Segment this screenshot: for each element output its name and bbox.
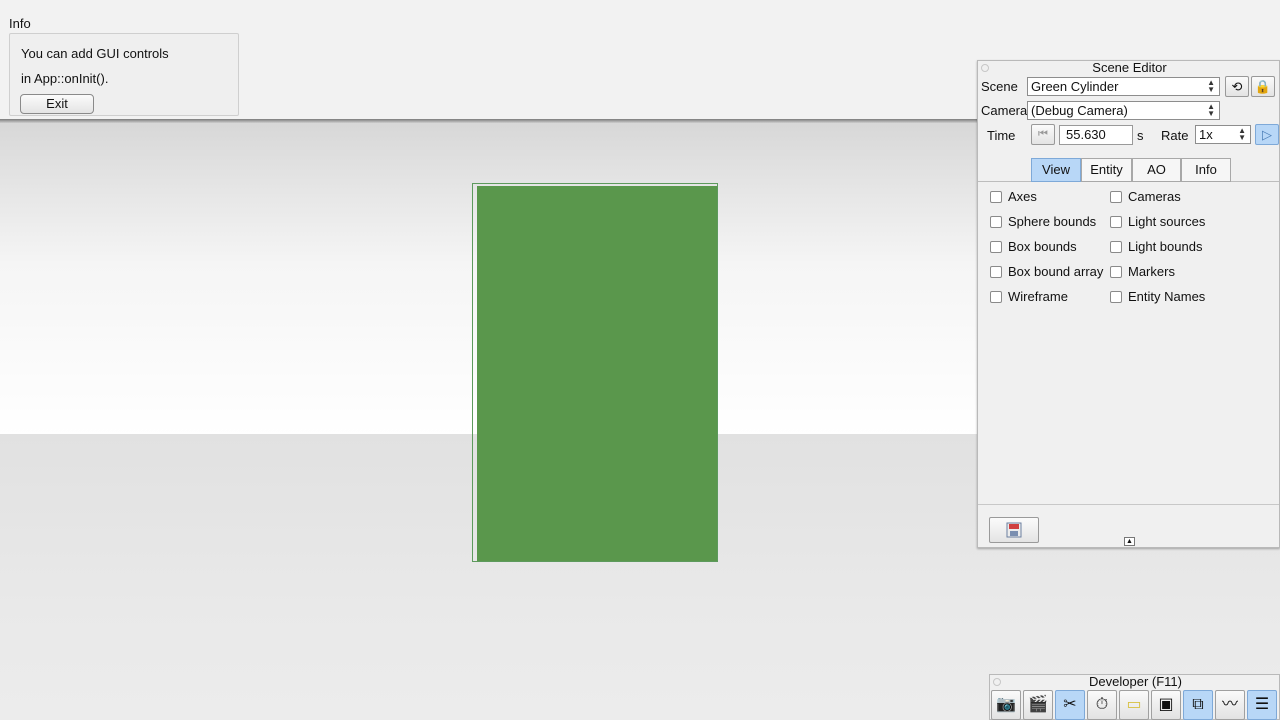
- checkbox-light-sources[interactable]: Light sources: [1110, 215, 1205, 229]
- reload-icon: ⟲: [1231, 79, 1243, 94]
- tab-ao[interactable]: AO: [1132, 158, 1181, 182]
- checkbox-label: Box bounds: [1008, 239, 1077, 254]
- rate-dropdown-value: 1x: [1199, 127, 1213, 142]
- checkbox-label: Markers: [1128, 264, 1175, 279]
- developer-title: Developer (F11): [1089, 674, 1182, 689]
- tab-entity[interactable]: Entity: [1081, 158, 1132, 182]
- camera-label: Camera: [981, 103, 1028, 118]
- info-line-1: You can add GUI controls: [21, 46, 169, 61]
- tab-view[interactable]: View: [1031, 158, 1081, 182]
- lock-icon: 🔒: [1254, 79, 1272, 94]
- clapperboard-icon: 🎬: [1028, 696, 1048, 713]
- movie-button[interactable]: 🎬: [1023, 690, 1053, 720]
- exit-button[interactable]: Exit: [20, 94, 94, 114]
- info-panel: You can add GUI controls in App::onInit(…: [9, 33, 239, 116]
- scene-editor-title: Scene Editor: [1092, 60, 1167, 75]
- log-button[interactable]: ☰: [1247, 690, 1277, 720]
- windows-icon: ⧉: [1192, 696, 1204, 713]
- checkbox-label: Axes: [1008, 189, 1037, 204]
- collapse-arrow-icon[interactable]: ▲: [1124, 537, 1135, 546]
- rewind-icon: ⏮: [1038, 128, 1048, 140]
- rate-dropdown[interactable]: 1x ▲ ▼: [1195, 125, 1251, 144]
- checkbox-light-bounds[interactable]: Light bounds: [1110, 240, 1202, 254]
- screenshot-button[interactable]: 📷: [991, 690, 1021, 720]
- checkbox-axes[interactable]: Axes: [990, 190, 1037, 204]
- checkbox-label: Cameras: [1128, 189, 1181, 204]
- checkbox-box[interactable]: [1110, 266, 1122, 278]
- checkbox-label: Sphere bounds: [1008, 214, 1097, 229]
- camera-control-button[interactable]: ⏱: [1087, 690, 1117, 720]
- checkbox-cameras[interactable]: Cameras: [1110, 190, 1181, 204]
- tools-icon: ✂: [1063, 696, 1077, 713]
- developer-toolbar: Developer (F11) 📷 🎬 ✂ ⏱ ▭ ▣ ⧉ 〰 ☰: [989, 674, 1280, 720]
- console-button[interactable]: ▣: [1151, 690, 1181, 720]
- lock-button[interactable]: 🔒: [1251, 76, 1275, 97]
- camera-dropdown-value: (Debug Camera): [1031, 103, 1128, 118]
- updown-arrow-icon: ▲ ▼: [1207, 102, 1215, 118]
- checkbox-box[interactable]: [990, 191, 1002, 203]
- checkbox-markers[interactable]: Markers: [1110, 265, 1175, 279]
- log-icon: ☰: [1254, 696, 1270, 713]
- terminal-icon: ▣: [1158, 696, 1174, 713]
- updown-arrow-icon: ▲ ▼: [1238, 126, 1246, 142]
- note-icon: ▭: [1126, 696, 1142, 713]
- checkbox-label: Light bounds: [1128, 239, 1203, 254]
- scene-dropdown[interactable]: Green Cylinder ▲ ▼: [1027, 77, 1220, 96]
- checkbox-box[interactable]: [990, 291, 1002, 303]
- info-line-2: in App::onInit().: [21, 71, 109, 86]
- checkbox-label: Box bound array: [1008, 264, 1104, 279]
- editor-divider: [978, 504, 1279, 505]
- checkbox-box[interactable]: [990, 266, 1002, 278]
- green-cylinder[interactable]: [477, 186, 717, 561]
- checkbox-label: Wireframe: [1008, 289, 1068, 304]
- scene-label: Scene: [981, 79, 1018, 94]
- checkbox-label: Light sources: [1128, 214, 1206, 229]
- time-unit: s: [1137, 128, 1144, 143]
- checkbox-box[interactable]: [1110, 216, 1122, 228]
- checkbox-box[interactable]: [990, 241, 1002, 253]
- checkbox-box[interactable]: [990, 216, 1002, 228]
- rate-label: Rate: [1161, 128, 1189, 143]
- updown-arrow-icon: ▲ ▼: [1207, 78, 1215, 94]
- checkbox-box[interactable]: [1110, 241, 1122, 253]
- play-icon: ▷: [1262, 127, 1272, 142]
- time-reset-button[interactable]: ⏮: [1031, 124, 1055, 145]
- clock-icon: ⏱: [1095, 696, 1109, 713]
- play-button[interactable]: ▷: [1255, 124, 1279, 145]
- windows-button[interactable]: ⧉: [1183, 690, 1213, 720]
- info-title: Info: [9, 16, 31, 31]
- time-field[interactable]: 55.630: [1059, 125, 1133, 145]
- reload-button[interactable]: ⟲: [1225, 76, 1249, 97]
- checkbox-box-bounds[interactable]: Box bounds: [990, 240, 1077, 254]
- camera-dropdown[interactable]: (Debug Camera) ▲ ▼: [1027, 101, 1220, 120]
- scene-editor-toggle-button[interactable]: ✂: [1055, 690, 1085, 720]
- checkbox-sphere-bounds[interactable]: Sphere bounds: [990, 215, 1096, 229]
- save-scene-button[interactable]: [989, 517, 1039, 543]
- checkbox-box[interactable]: [1110, 291, 1122, 303]
- profiler-button[interactable]: 〰: [1215, 690, 1245, 720]
- scene-editor-window: Scene Editor Scene Green Cylinder ▲ ▼ ⟲ 🔒…: [977, 60, 1280, 548]
- tab-info[interactable]: Info: [1181, 158, 1231, 182]
- profiler-icon: 〰: [1221, 696, 1238, 713]
- time-label: Time: [987, 128, 1016, 143]
- checkbox-entity-names[interactable]: Entity Names: [1110, 290, 1205, 304]
- checkbox-label: Entity Names: [1128, 289, 1206, 304]
- save-icon: [1006, 522, 1022, 538]
- checkbox-wireframe[interactable]: Wireframe: [990, 290, 1068, 304]
- scene-dropdown-value: Green Cylinder: [1031, 79, 1119, 94]
- checkbox-box-bound-array[interactable]: Box bound array: [990, 265, 1103, 279]
- info-button[interactable]: ▭: [1119, 690, 1149, 720]
- camera-icon: 📷: [996, 696, 1016, 713]
- checkbox-box[interactable]: [1110, 191, 1122, 203]
